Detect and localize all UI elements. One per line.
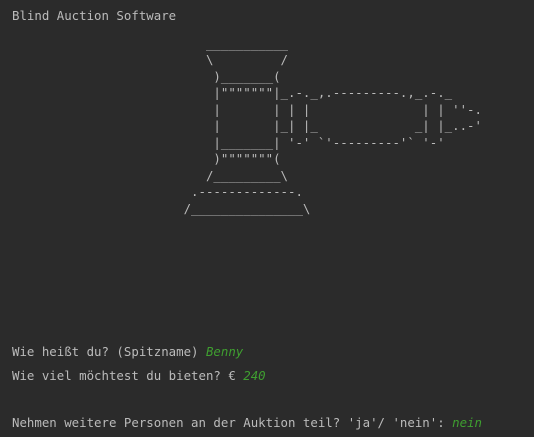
prompt-more-bidders-question: Nehmen weitere Personen an der Auktion t… — [12, 415, 453, 430]
program-title: Blind Auction Software — [12, 8, 177, 23]
prompt-more-bidders-answer: nein — [452, 415, 482, 430]
prompt-bid-question: Wie viel möchtest du bieten? € — [12, 368, 244, 383]
run-console-output: Blind Auction Software ___________ \ / )… — [12, 0, 534, 437]
prompt-line-bid: Wie viel möchtest du bieten? € 240 — [12, 368, 266, 384]
prompt-nickname-question: Wie heißt du? (Spitzname) — [12, 344, 206, 359]
prompt-nickname-answer: Benny — [205, 344, 244, 359]
gavel-ascii-art: ___________ \ / )_______( |"""""""|_.-._… — [183, 36, 482, 216]
prompt-line-nickname: Wie heißt du? (Spitzname) Benny — [12, 344, 243, 360]
prompt-line-more-bidders: Nehmen weitere Personen an der Auktion t… — [12, 415, 482, 431]
prompt-bid-answer: 240 — [243, 368, 266, 383]
